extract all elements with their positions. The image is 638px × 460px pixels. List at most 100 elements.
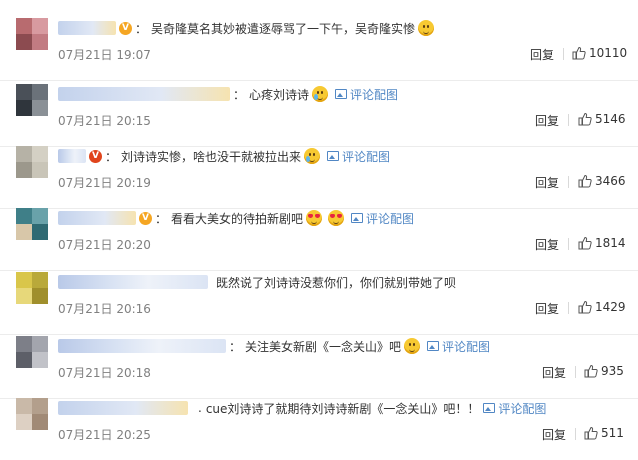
avatar[interactable] — [16, 146, 48, 178]
like-button[interactable]: 1429 — [578, 300, 626, 314]
like-button[interactable]: 511 — [584, 426, 624, 440]
verified-badge-icon: V — [119, 21, 132, 35]
crying-emoji-icon — [312, 86, 329, 102]
smile-emoji-icon — [418, 20, 435, 36]
like-button[interactable]: 1814 — [578, 236, 626, 250]
comment-line: V ： 刘诗诗实惨，啥也没干就被拉出来 评论配图 — [58, 146, 390, 166]
smile-emoji-icon — [404, 338, 421, 354]
comment-text: 吴奇隆莫名其妙被遣逐辱骂了一下午，吴奇隆实惨 — [151, 21, 416, 36]
avatar[interactable] — [16, 84, 48, 116]
reply-button[interactable]: 回复 — [535, 112, 559, 129]
username-blurred[interactable] — [58, 211, 136, 225]
image-icon — [427, 341, 440, 351]
crying-emoji-icon — [304, 148, 321, 164]
image-icon — [483, 403, 496, 413]
comment-image-link[interactable]: 评论配图 — [327, 148, 390, 165]
comment-line: ： 心疼刘诗诗 评论配图 — [58, 84, 398, 104]
comment-text: cue刘诗诗了就期待刘诗诗新剧《一念关山》吧！！ — [205, 401, 480, 416]
comment-line: . cue刘诗诗了就期待刘诗诗新剧《一念关山》吧！！ 评论配图 — [58, 398, 546, 418]
reply-button[interactable]: 回复 — [535, 300, 559, 317]
comment-time: 07月21日 20:16 — [58, 302, 151, 316]
username-blurred[interactable] — [58, 401, 188, 415]
like-button[interactable]: 5146 — [578, 112, 626, 126]
like-count: 3466 — [595, 174, 626, 188]
username-blurred[interactable] — [58, 149, 86, 163]
comment-text: 关注美女新剧《一念关山》吧 — [245, 339, 402, 354]
like-count: 5146 — [595, 112, 626, 126]
image-icon — [351, 213, 364, 223]
avatar[interactable] — [16, 272, 48, 304]
comment-image-label: 评论配图 — [350, 87, 399, 102]
thumbs-up-icon — [578, 112, 592, 126]
comment-image-label: 评论配图 — [442, 339, 491, 354]
comment-time: 07月21日 20:18 — [58, 366, 151, 380]
comment-time: 07月21日 20:20 — [58, 238, 151, 252]
comment-item: . cue刘诗诗了就期待刘诗诗新剧《一念关山》吧！！ 评论配图 07月21日 2… — [0, 398, 638, 460]
like-count: 1429 — [595, 300, 626, 314]
divider — [568, 114, 569, 126]
like-count: 511 — [601, 426, 624, 440]
thumbs-up-icon — [584, 426, 598, 440]
comment-line: V ： 看看大美女的待拍新剧吧 评论配图 — [58, 208, 414, 228]
thumbs-up-icon — [572, 46, 586, 60]
like-count: 1814 — [595, 236, 626, 250]
comment-text: 心疼刘诗诗 — [249, 87, 310, 102]
image-icon — [335, 89, 348, 99]
reply-button[interactable]: 回复 — [535, 174, 559, 191]
comment-line: V ： 吴奇隆莫名其妙被遣逐辱骂了一下午，吴奇隆实惨 — [58, 18, 437, 38]
thumbs-up-icon — [578, 174, 592, 188]
comment-line: 既然说了刘诗诗没惹你们，你们就别带她了呗 — [58, 272, 456, 292]
comment-item: V ： 刘诗诗实惨，啥也没干就被拉出来 评论配图 07月21日 20:19 回复… — [0, 146, 638, 209]
avatar[interactable] — [16, 336, 48, 368]
verified-badge-icon: V — [139, 211, 152, 225]
avatar[interactable] — [16, 208, 48, 240]
avatar[interactable] — [16, 398, 48, 430]
username-blurred[interactable] — [58, 87, 230, 101]
divider — [568, 176, 569, 188]
comment-time: 07月21日 20:15 — [58, 114, 151, 128]
divider — [575, 366, 576, 378]
username-blurred[interactable] — [58, 21, 116, 35]
like-button[interactable]: 935 — [584, 364, 624, 378]
comment-image-label: 评论配图 — [366, 211, 415, 226]
comment-time: 07月21日 20:25 — [58, 428, 151, 442]
comment-image-label: 评论配图 — [498, 401, 547, 416]
username-blurred[interactable] — [58, 339, 226, 353]
comment-image-label: 评论配图 — [342, 149, 391, 164]
comment-time: 07月21日 19:07 — [58, 48, 151, 62]
comment-image-link[interactable]: 评论配图 — [351, 210, 414, 227]
comment-item: ： 心疼刘诗诗 评论配图 07月21日 20:15 回复 5146 — [0, 84, 638, 147]
comment-text: 既然说了刘诗诗没惹你们，你们就别带她了呗 — [216, 275, 457, 290]
verified-badge-icon: V — [89, 149, 102, 163]
avatar[interactable] — [16, 18, 48, 50]
divider — [575, 428, 576, 440]
username-blurred[interactable] — [58, 275, 208, 289]
like-button[interactable]: 10110 — [572, 46, 627, 60]
comment-image-link[interactable]: 评论配图 — [335, 86, 398, 103]
reply-button[interactable]: 回复 — [542, 426, 566, 443]
comment-image-link[interactable]: 评论配图 — [483, 400, 546, 417]
heart-eyes-emoji-icon — [328, 210, 345, 226]
comment-text: 看看大美女的待拍新剧吧 — [171, 211, 304, 226]
thumbs-up-icon — [578, 236, 592, 250]
divider — [568, 238, 569, 250]
reply-button[interactable]: 回复 — [530, 46, 554, 63]
divider — [563, 48, 564, 60]
divider — [568, 302, 569, 314]
reply-button[interactable]: 回复 — [542, 364, 566, 381]
thumbs-up-icon — [578, 300, 592, 314]
heart-eyes-emoji-icon — [306, 210, 323, 226]
thumbs-up-icon — [584, 364, 598, 378]
like-button[interactable]: 3466 — [578, 174, 626, 188]
comment-item: V ： 吴奇隆莫名其妙被遣逐辱骂了一下午，吴奇隆实惨 07月21日 19:07 … — [0, 18, 638, 81]
comment-item: 既然说了刘诗诗没惹你们，你们就别带她了呗 07月21日 20:16 回复 142… — [0, 272, 638, 335]
comment-line: ： 关注美女新剧《一念关山》吧 评论配图 — [58, 336, 490, 356]
comment-item: ： 关注美女新剧《一念关山》吧 评论配图 07月21日 20:18 回复 935 — [0, 336, 638, 399]
comment-item: V ： 看看大美女的待拍新剧吧 评论配图 07月21日 20:20 回复 181… — [0, 208, 638, 271]
like-count: 935 — [601, 364, 624, 378]
comment-image-link[interactable]: 评论配图 — [427, 338, 490, 355]
like-count: 10110 — [589, 46, 628, 60]
comment-time: 07月21日 20:19 — [58, 176, 151, 190]
comment-text: 刘诗诗实惨，啥也没干就被拉出来 — [121, 149, 302, 164]
reply-button[interactable]: 回复 — [535, 236, 559, 253]
